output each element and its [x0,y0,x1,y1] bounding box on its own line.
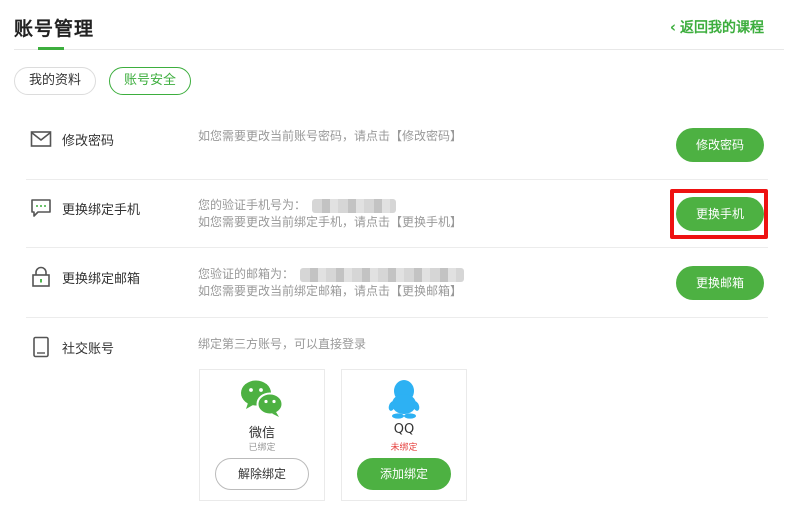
social-row-label: 社交账号 [62,342,115,357]
qq-status: 未绑定 [390,443,418,453]
social-row-desc: 绑定第三方账号，可以直接登录 [198,337,367,351]
password-row-label: 修改密码 [62,134,115,149]
wechat-icon [241,380,284,417]
tab-my-profile[interactable]: 我的资料 [14,67,97,95]
title-underline [38,47,64,50]
wechat-status: 已绑定 [248,443,276,453]
chat-icon [31,199,51,217]
phone-row-label: 更换绑定手机 [62,203,141,218]
email-desc-prefix: 您验证的邮箱为： [198,267,295,281]
phone-desc-prefix: 您的验证手机号为： [198,198,307,212]
masked-phone-number [312,198,397,213]
qq-card: QQ 未绑定 添加绑定 [341,369,467,501]
password-row: 修改密码 如您需要更改当前账号密码，请点击【修改密码】 修改密码 [26,128,768,180]
password-row-desc: 如您需要更改当前账号密码，请点击【修改密码】 [198,129,463,143]
unbind-wechat-button[interactable]: 解除绑定 [215,458,309,490]
add-qq-binding-button[interactable]: 添加绑定 [357,458,451,490]
masked-email [300,267,465,282]
highlight-box [670,189,768,239]
wechat-card: 微信 已绑定 解除绑定 [199,369,325,501]
email-row-label: 更换绑定邮箱 [62,272,141,287]
chevron-left-icon: ‹ [669,18,676,36]
change-password-button[interactable]: 修改密码 [676,128,764,162]
change-email-button[interactable]: 更换邮箱 [676,266,764,300]
back-link-label: 返回我的课程 [680,20,764,36]
email-row-desc: 您验证的邮箱为： 如您需要更改当前绑定邮箱，请点击【更换邮箱】 [198,266,465,300]
phone-desc-text: 如您需要更改当前绑定手机，请点击【更换手机】 [198,215,463,229]
phone-row: 更换绑定手机 您的验证手机号为： 如您需要更改当前绑定手机，请点击【更换手机】 … [26,197,768,248]
back-to-courses-link[interactable]: ‹ 返回我的课程 [670,17,764,37]
mail-icon [30,131,52,147]
wechat-name: 微信 [248,426,275,441]
qq-icon [388,380,420,419]
phone-row-desc: 您的验证手机号为： 如您需要更改当前绑定手机，请点击【更换手机】 [198,197,462,231]
page-title: 账号管理 [14,18,95,40]
email-desc-text: 如您需要更改当前绑定邮箱，请点击【更换邮箱】 [198,284,463,298]
page-header: 账号管理 ‹ 返回我的课程 [14,0,784,50]
qq-name: QQ [393,422,415,437]
tab-bar: 我的资料 账号安全 [14,67,192,95]
tablet-icon [33,336,49,358]
email-row: 更换绑定邮箱 您验证的邮箱为： 如您需要更改当前绑定邮箱，请点击【更换邮箱】 更… [26,266,768,318]
tab-account-security[interactable]: 账号安全 [109,67,192,95]
lock-icon [32,266,50,287]
